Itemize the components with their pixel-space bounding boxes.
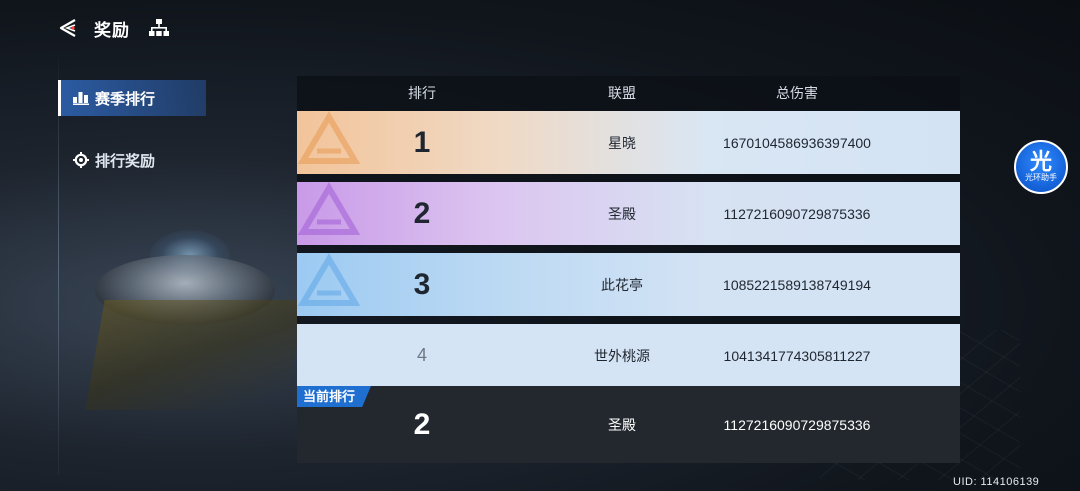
table-row[interactable]: 3 此花亭 1085221589138749194 (297, 253, 960, 316)
guild-name: 星晓 (608, 134, 636, 151)
header-damage: 总伤害 (776, 84, 818, 101)
bg-platform (95, 255, 275, 325)
total-damage: 1041341774305811227 (723, 347, 871, 364)
sidebar-item-season-ranking[interactable]: 赛季排行 (58, 80, 206, 116)
total-damage: 1670104586936397400 (723, 134, 871, 151)
current-rank-tag: 当前排行 (297, 386, 372, 407)
table-row[interactable]: 2 圣殿 1127216090729875336 (297, 182, 960, 245)
current-rank-row[interactable]: 当前排行 2 圣殿 1127216090729875336 (297, 386, 960, 463)
bg-yellow-structure (85, 300, 305, 410)
total-damage: 1085221589138749194 (723, 276, 871, 293)
header: 奖励 (56, 14, 170, 42)
sidebar-item-ranking-rewards[interactable]: 排行奖励 (58, 142, 206, 178)
assistant-button[interactable]: 光 光环助手 (1014, 140, 1068, 194)
guild-name: 圣殿 (608, 416, 636, 433)
assistant-label: 光环助手 (1025, 173, 1057, 182)
sidebar-item-label: 赛季排行 (95, 90, 156, 108)
hierarchy-icon[interactable] (148, 17, 170, 39)
rank-number: 2 (413, 196, 431, 230)
rank-number: 3 (413, 267, 431, 301)
table-header: 排行 联盟 总伤害 (297, 76, 960, 109)
ranking-table: 排行 联盟 总伤害 1 星晓 1670104586936397400 2 圣殿 … (297, 76, 960, 463)
total-damage: 1127216090729875336 (723, 416, 871, 433)
guild-name: 圣殿 (608, 205, 636, 222)
page-title: 奖励 (94, 20, 130, 40)
bar-chart-icon (72, 89, 90, 107)
medal-gear-icon (72, 151, 90, 169)
sidebar-item-label: 排行奖励 (95, 152, 156, 170)
guild-name: 此花亭 (601, 276, 643, 293)
rank-number: 1 (413, 125, 431, 159)
uid-label: UID: 114106139 (953, 476, 1040, 488)
assistant-logo-icon: 光 (1029, 149, 1052, 174)
back-arrow-icon[interactable] (56, 16, 80, 40)
bg-glow (150, 230, 230, 280)
table-row[interactable]: 1 星晓 1670104586936397400 (297, 111, 960, 174)
sidebar: 赛季排行 排行奖励 (58, 80, 206, 204)
rank-number: 4 (416, 345, 427, 365)
guild-name: 世外桃源 (594, 347, 650, 364)
rank-number: 2 (413, 407, 431, 441)
header-guild: 联盟 (608, 84, 636, 101)
table-row[interactable]: 4 世外桃源 1041341774305811227 (297, 324, 960, 387)
header-rank: 排行 (408, 84, 436, 101)
total-damage: 1127216090729875336 (723, 205, 871, 222)
